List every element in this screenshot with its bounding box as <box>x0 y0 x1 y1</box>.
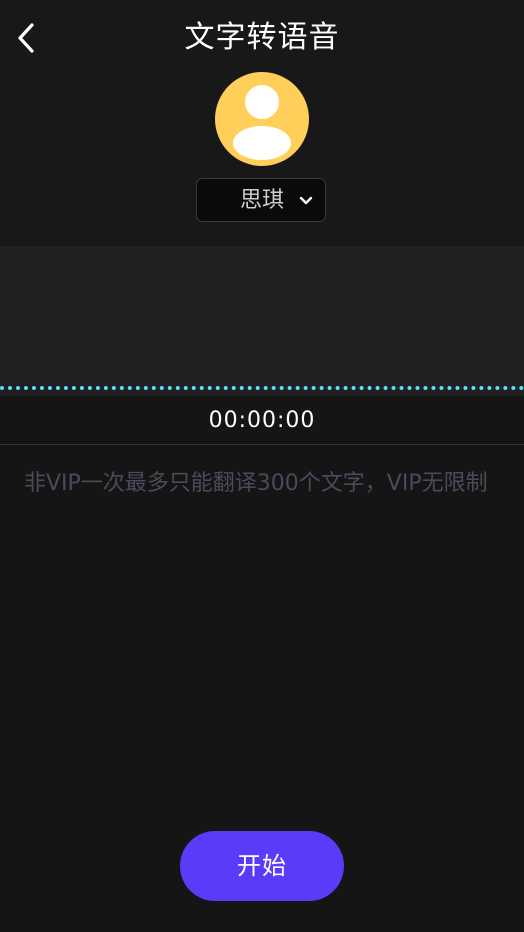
text-input[interactable] <box>24 470 500 800</box>
waveform-area <box>0 246 524 396</box>
voice-selected-label: 思琪 <box>240 188 285 213</box>
start-button[interactable]: 开始 <box>180 831 344 901</box>
user-silhouette-icon <box>233 85 291 160</box>
divider <box>0 444 524 445</box>
header: 文字转语音 思琪 <box>0 0 524 246</box>
page-title: 文字转语音 <box>184 20 340 55</box>
text-to-speech-screen: 文字转语音 思琪 00:00:00 开始 <box>0 0 524 932</box>
playback-time: 00:00:00 <box>208 408 316 433</box>
avatar <box>215 72 309 166</box>
waveform-line <box>0 386 524 390</box>
voice-selector[interactable]: 思琪 <box>196 178 326 222</box>
chevron-down-icon <box>299 196 313 205</box>
